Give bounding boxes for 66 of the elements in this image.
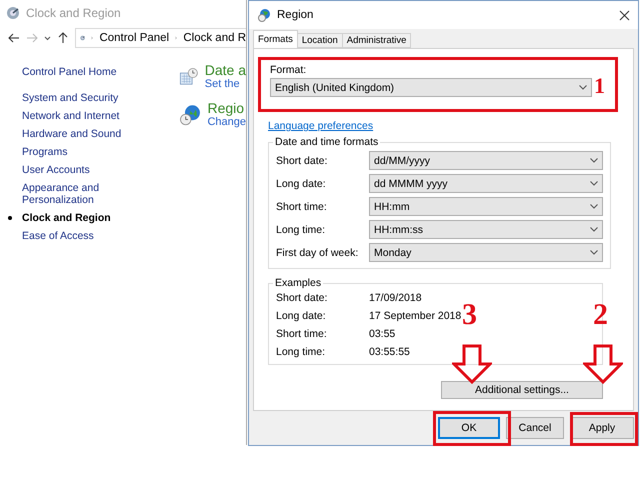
sidebar-item[interactable]: Hardware and Sound <box>22 128 127 140</box>
chevron-down-icon <box>579 85 587 90</box>
bullet-icon <box>8 216 12 220</box>
annotation-number: 1 <box>594 75 605 97</box>
group-title: Examples <box>274 277 322 289</box>
annotation-number: 3 <box>462 300 477 330</box>
sidebar-item[interactable]: Network and Internet <box>22 110 127 122</box>
highlight-frame <box>570 412 638 446</box>
control-panel-icon <box>6 6 20 20</box>
sidebar-item[interactable]: Ease of Access <box>22 230 127 242</box>
example-label: Long time: <box>276 346 326 358</box>
sidebar-item[interactable]: System and Security <box>22 92 127 104</box>
tab[interactable]: Location <box>296 33 343 48</box>
category-title[interactable]: Date a <box>204 62 246 78</box>
category-link[interactable]: Change <box>207 116 246 128</box>
language-preferences-link[interactable]: Language preferences <box>268 120 374 132</box>
format-dropdown[interactable]: dd MMMM yyyy <box>369 174 603 193</box>
group-title: Date and time formats <box>274 136 380 148</box>
field-label: Long date: <box>276 178 327 190</box>
field-label: Short time: <box>276 200 328 212</box>
sidebar-item[interactable]: User Accounts <box>22 164 127 176</box>
format-dropdown[interactable]: HH:mm:ss <box>369 220 603 239</box>
chevron-down-icon <box>590 181 598 186</box>
window-title: Clock and Region <box>26 6 121 20</box>
example-label: Long date: <box>276 310 327 322</box>
down-arrow-icon <box>452 344 492 384</box>
example-label: Short time: <box>276 328 328 340</box>
close-icon[interactable] <box>619 10 630 20</box>
example-value: 17/09/2018 <box>369 292 422 304</box>
example-value: 03:55:55 <box>369 346 410 358</box>
back-arrow-icon[interactable] <box>8 32 20 44</box>
example-label: Short date: <box>276 292 328 304</box>
format-dropdown[interactable]: dd/MM/yyyy <box>369 151 603 170</box>
breadcrumb-item[interactable]: Clock and R <box>183 32 246 44</box>
format-dropdown[interactable]: English (United Kingdom) <box>270 78 592 97</box>
tab[interactable]: Administrative <box>342 33 412 48</box>
dialog-button[interactable]: OK <box>438 417 500 439</box>
up-arrow-icon[interactable] <box>57 32 69 44</box>
additional-settings-button[interactable]: Additional settings... <box>441 381 603 399</box>
sidebar-item[interactable]: Programs <box>22 146 127 158</box>
category-link[interactable]: Set the <box>204 78 246 90</box>
example-value: 17 September 2018 <box>369 310 462 322</box>
address-bar[interactable]: Control Panel Clock and R <box>75 28 246 48</box>
dialog-button[interactable]: Cancel <box>506 417 564 439</box>
down-arrow-icon <box>583 344 623 384</box>
format-dropdown[interactable]: HH:mm <box>369 197 603 216</box>
format-label: Format: <box>270 64 308 76</box>
category-title[interactable]: Regio <box>207 100 246 116</box>
field-label: First day of week: <box>276 246 360 258</box>
globe-clock-icon <box>257 8 271 22</box>
sidebar-item[interactable]: Clock and Region <box>22 212 127 224</box>
tab[interactable]: Formats <box>253 30 298 48</box>
sidebar-link[interactable]: Control Panel Home <box>22 66 127 78</box>
chevron-down-icon <box>590 158 598 163</box>
field-label: Long time: <box>276 224 326 236</box>
example-value: 03:55 <box>369 328 396 340</box>
dialog-button[interactable]: Apply <box>570 417 634 439</box>
breadcrumb-item[interactable]: Control Panel <box>99 32 170 44</box>
sidebar-item[interactable]: Appearance and Personalization <box>22 182 127 206</box>
format-dropdown[interactable]: Monday <box>369 243 603 262</box>
field-label: Short date: <box>276 154 328 166</box>
annotation-number: 2 <box>593 300 608 330</box>
chevron-down-icon <box>590 227 598 232</box>
dialog-title: Region <box>277 9 314 21</box>
chevron-down-icon <box>590 250 598 255</box>
chevron-down-icon <box>590 204 598 209</box>
